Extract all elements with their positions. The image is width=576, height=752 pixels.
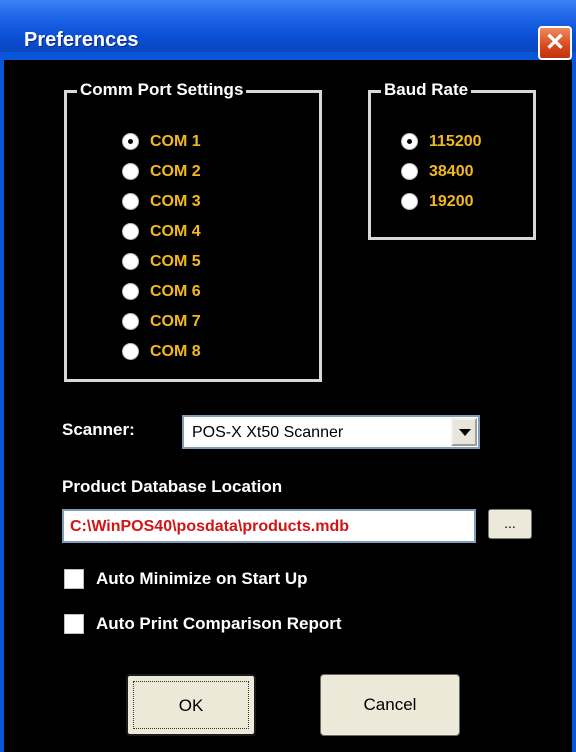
radio-label: COM 7 bbox=[150, 313, 201, 330]
radio-label: COM 6 bbox=[150, 283, 201, 300]
radio-unselected-icon bbox=[122, 343, 139, 360]
auto-minimize-label: Auto Minimize on Start Up bbox=[96, 569, 308, 588]
radio-label: 38400 bbox=[429, 163, 474, 180]
cancel-button-label: Cancel bbox=[363, 695, 417, 714]
chevron-down-icon bbox=[459, 429, 471, 436]
radio-unselected-icon bbox=[122, 313, 139, 330]
title-bar[interactable]: Preferences ✕ bbox=[0, 0, 576, 60]
radio-unselected-icon bbox=[122, 223, 139, 240]
dialog-body: Comm Port Settings COM 1 COM 2 COM 3 COM… bbox=[4, 60, 572, 752]
database-path-value: C:\WinPOS40\posdata\products.mdb bbox=[70, 518, 349, 535]
browse-button[interactable]: ... bbox=[488, 509, 532, 539]
scanner-label: Scanner: bbox=[62, 420, 135, 439]
radio-selected-icon bbox=[401, 133, 418, 150]
radio-unselected-icon bbox=[122, 283, 139, 300]
baud-rate-group: Baud Rate 115200 38400 19200 bbox=[368, 79, 536, 240]
ok-button[interactable]: OK bbox=[126, 674, 256, 736]
radio-label: 115200 bbox=[429, 133, 482, 150]
radio-label: COM 3 bbox=[150, 193, 201, 210]
dropdown-button[interactable] bbox=[451, 418, 477, 446]
comm-port-group: Comm Port Settings COM 1 COM 2 COM 3 COM… bbox=[64, 79, 322, 382]
ok-button-label: OK bbox=[178, 696, 204, 715]
radio-label: COM 4 bbox=[150, 223, 201, 240]
radio-unselected-icon bbox=[401, 193, 418, 210]
database-location-label: Product Database Location bbox=[62, 477, 283, 496]
close-icon: ✕ bbox=[544, 29, 566, 56]
cancel-button[interactable]: Cancel bbox=[320, 674, 460, 736]
checkbox-box bbox=[64, 569, 84, 589]
scanner-select[interactable]: POS-X Xt50 Scanner bbox=[182, 415, 480, 449]
radio-unselected-icon bbox=[401, 163, 418, 180]
database-path-field[interactable]: C:\WinPOS40\posdata\products.mdb bbox=[62, 509, 476, 543]
radio-label: COM 1 bbox=[150, 133, 201, 150]
checkbox-box bbox=[64, 614, 84, 634]
radio-label: 19200 bbox=[429, 193, 474, 210]
radio-label: COM 5 bbox=[150, 253, 201, 270]
auto-print-label: Auto Print Comparison Report bbox=[96, 614, 342, 633]
comm-port-group-title: Comm Port Settings bbox=[77, 79, 247, 101]
radio-unselected-icon bbox=[122, 163, 139, 180]
radio-unselected-icon bbox=[122, 253, 139, 270]
radio-unselected-icon bbox=[122, 193, 139, 210]
preferences-window: Preferences ✕ Comm Port Settings COM 1 C… bbox=[0, 0, 576, 752]
ellipsis-icon: ... bbox=[504, 515, 516, 531]
baud-rate-group-title: Baud Rate bbox=[381, 79, 472, 101]
window-title: Preferences bbox=[24, 29, 139, 51]
radio-label: COM 8 bbox=[150, 343, 201, 360]
close-button[interactable]: ✕ bbox=[538, 26, 572, 60]
scanner-select-value: POS-X Xt50 Scanner bbox=[192, 424, 344, 441]
radio-selected-icon bbox=[122, 133, 139, 150]
radio-label: COM 2 bbox=[150, 163, 201, 180]
